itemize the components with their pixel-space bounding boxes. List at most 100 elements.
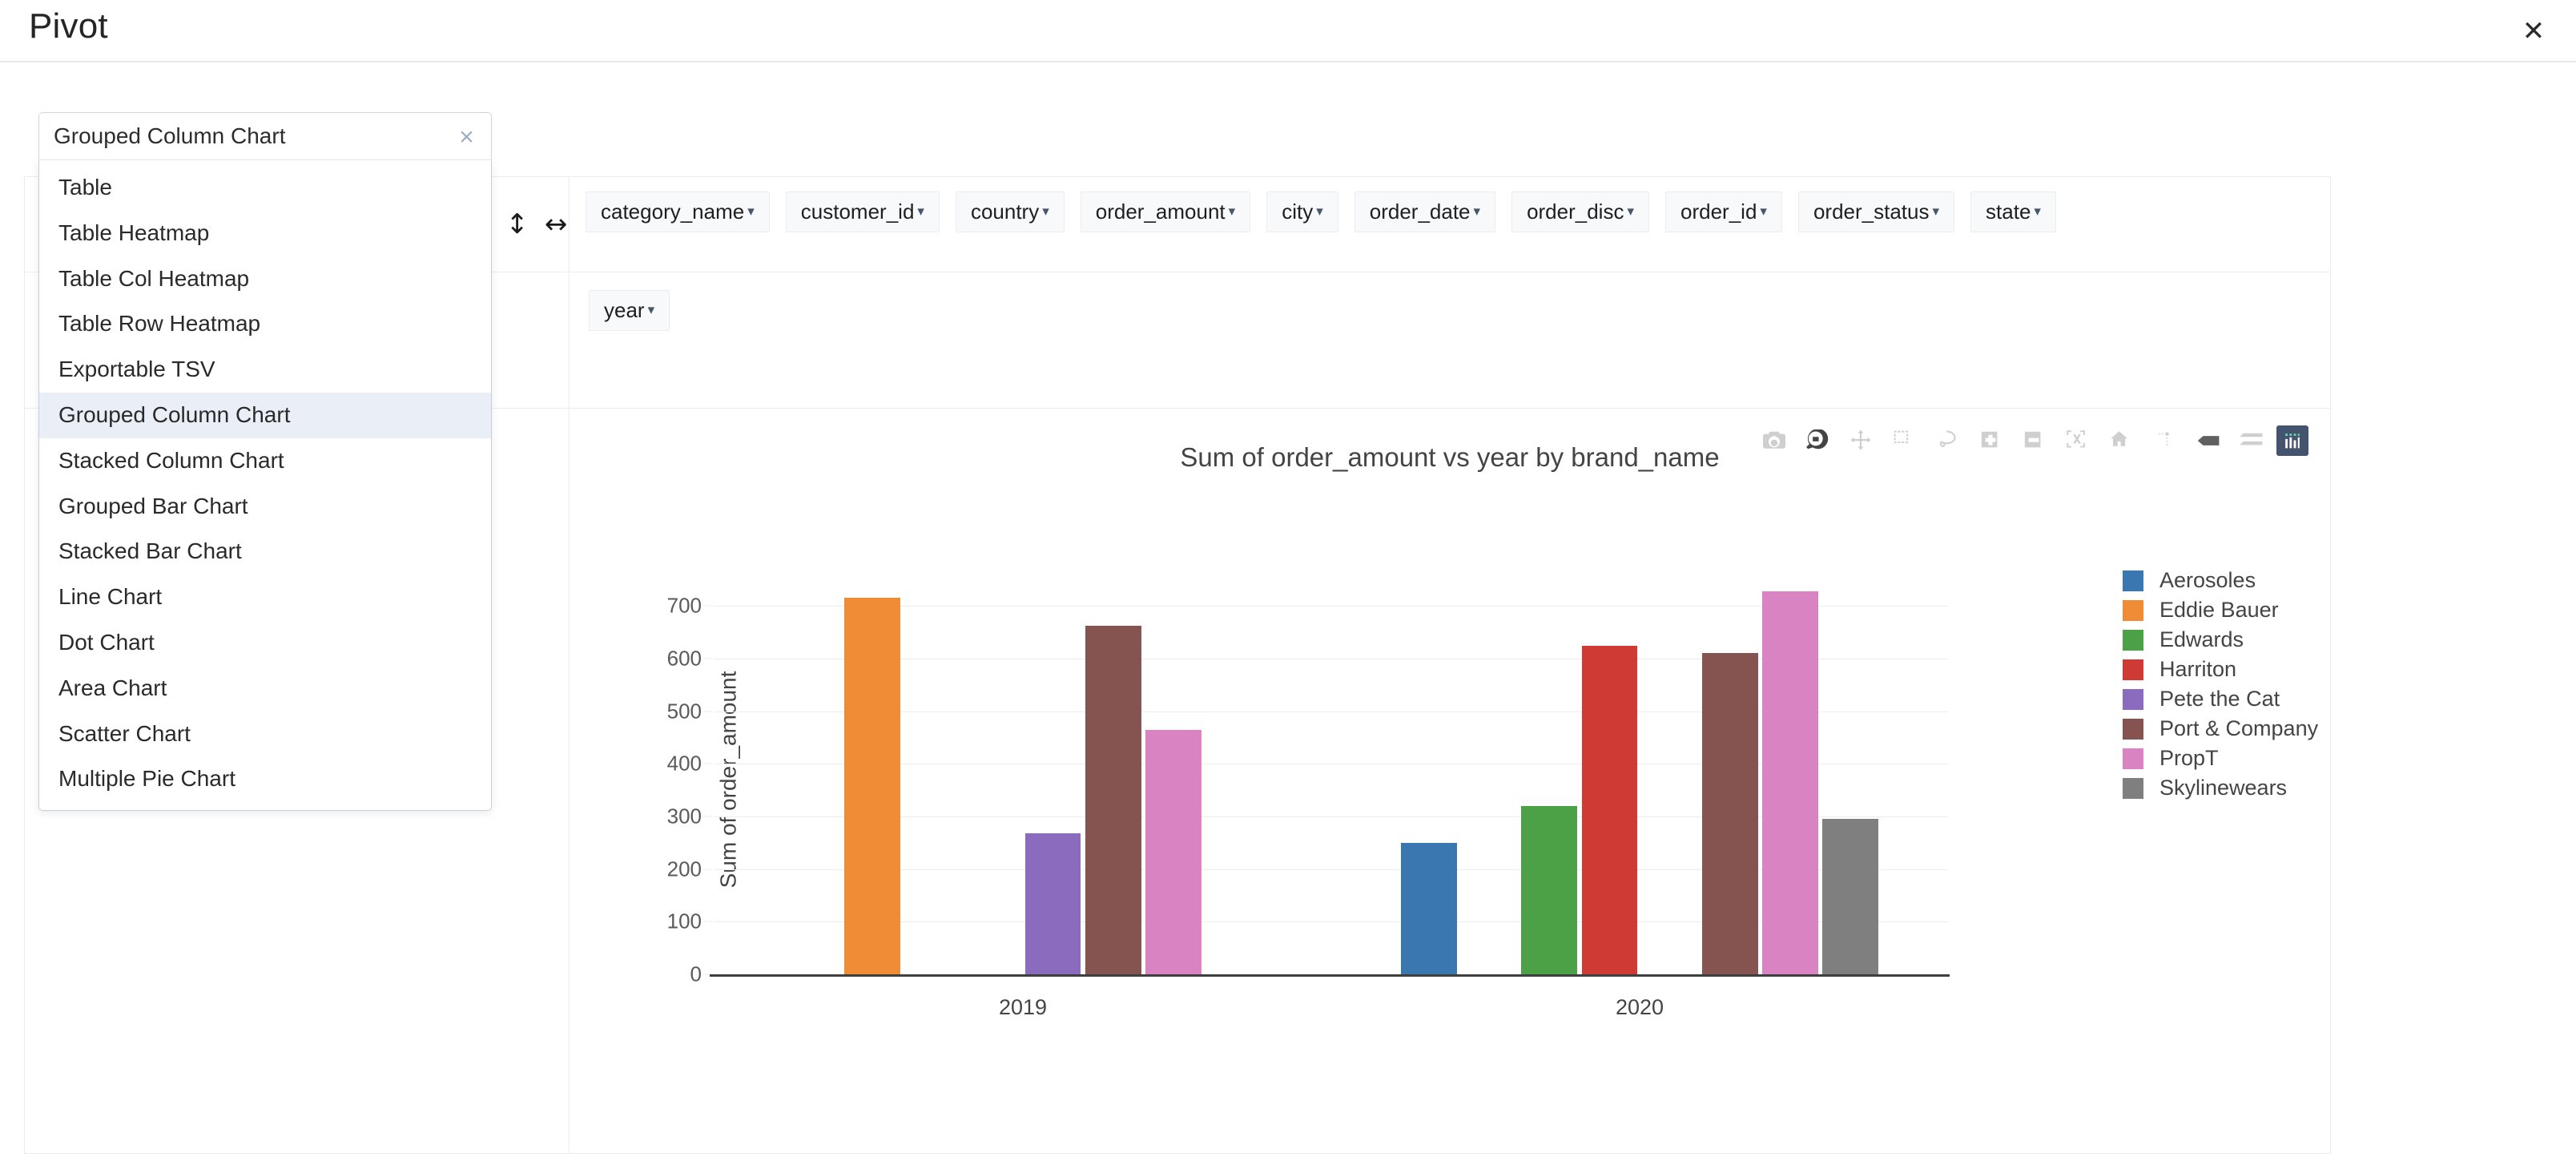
legend-item-edwards[interactable]: Edwards (2123, 625, 2318, 655)
attribute-chip-order_status[interactable]: order_status ▾ (1797, 191, 1955, 232)
bar-propt-2019[interactable] (1145, 729, 1201, 974)
legend-swatch (2123, 570, 2143, 591)
attribute-chip-order_id[interactable]: order_id ▾ (1665, 191, 1782, 232)
chevron-down-icon: ▾ (1760, 203, 1767, 220)
chevron-down-icon: ▾ (1627, 203, 1635, 220)
chip-label: order_disc (1527, 200, 1624, 224)
legend-item-skylinewears[interactable]: Skylinewears (2123, 773, 2318, 803)
plotly-chart: Sum of order_amount vs year by brand_nam… (569, 409, 2331, 1154)
legend-label: Port & Company (2159, 716, 2319, 740)
legend-swatch (2123, 688, 2143, 710)
clear-icon[interactable]: × (458, 125, 475, 148)
renderer-option-scatter-chart[interactable]: Scatter Chart (39, 711, 491, 757)
chip-label: order_id (1680, 200, 1757, 224)
bar-pete-the-cat-2019[interactable] (1024, 833, 1081, 974)
renderer-option-area-chart[interactable]: Area Chart (39, 666, 491, 711)
renderer-option-menu: Table Table Heatmap Table Col Heatmap Table… (38, 159, 492, 812)
chip-label: state (1986, 200, 2031, 224)
chevron-down-icon: ▾ (1228, 203, 1236, 220)
legend-label: Pete the Cat (2159, 687, 2280, 711)
chevron-down-icon: ▾ (1932, 203, 1940, 220)
column-attribute-list: year ▾ (589, 290, 2311, 331)
bar-harriton-2020[interactable] (1581, 646, 1638, 974)
bar-eddie-bauer-2019[interactable] (844, 598, 901, 974)
legend-item-port-company[interactable]: Port & Company (2123, 714, 2318, 744)
unused-attribute-list: category_name ▾ customer_id ▾ country ▾ order_… (586, 191, 2314, 232)
chart-title: Sum of order_amount vs year by brand_nam… (1180, 442, 1720, 472)
chip-label: customer_id (800, 200, 915, 224)
y-tick-label: 500 (666, 699, 702, 724)
chart-legend: Aerosoles Eddie Bauer Edwards Harriton Pete … (2123, 566, 2318, 803)
legend-item-pete-the-cat[interactable]: Pete the Cat (2123, 684, 2318, 714)
chevron-down-icon: ▾ (647, 301, 655, 318)
renderer-option-grouped-bar-chart[interactable]: Grouped Bar Chart (39, 484, 491, 530)
legend-label: PropT (2159, 746, 2219, 770)
legend-swatch (2123, 659, 2143, 680)
attribute-chip-state[interactable]: state ▾ (1970, 191, 2056, 232)
chevron-down-icon: ▾ (2034, 203, 2041, 220)
page-title: Pivot (29, 6, 108, 46)
legend-item-aerosoles[interactable]: Aerosoles (2123, 566, 2318, 595)
y-tick-label: 400 (666, 751, 702, 776)
renderer-option-table-col-heatmap[interactable]: Table Col Heatmap (39, 256, 491, 302)
attribute-chip-order_amount[interactable]: order_amount ▾ (1080, 191, 1251, 232)
unused-attributes-cell: category_name ▾ customer_id ▾ country ▾ order_… (569, 176, 2331, 272)
renderer-option-grouped-column-chart[interactable]: Grouped Column Chart (39, 392, 491, 438)
renderer-option-stacked-column-chart[interactable]: Stacked Column Chart (39, 438, 491, 484)
legend-label: Edwards (2159, 627, 2244, 651)
bar-port-company-2020[interactable] (1701, 652, 1758, 974)
horizontal-arrows-icon[interactable]: ↔ (545, 211, 568, 238)
legend-label: Eddie Bauer (2159, 598, 2279, 622)
bar-edwards-2020[interactable] (1521, 805, 1578, 974)
modal-header: Pivot ✕ (0, 0, 2576, 62)
plot-area: Sum of order_amount 0 100 200 300 400 500 600 7… (667, 585, 1950, 1019)
renderer-selected-value: Grouped Column Chart (54, 123, 286, 148)
close-icon[interactable]: ✕ (2515, 13, 2552, 50)
y-tick-label: 700 (666, 593, 702, 618)
chip-label: category_name (601, 200, 745, 224)
bar-port-company-2019[interactable] (1085, 626, 1141, 974)
renderer-option-stacked-bar-chart[interactable]: Stacked Bar Chart (39, 529, 491, 574)
chip-label: country (970, 200, 1040, 224)
chip-label: year (604, 298, 645, 322)
renderer-option-table-heatmap[interactable]: Table Heatmap (39, 211, 491, 256)
y-axis-label: Sum of order_amount (715, 671, 741, 889)
attribute-chip-country[interactable]: country ▾ (955, 191, 1065, 232)
legend-item-propt[interactable]: PropT (2123, 744, 2318, 773)
attribute-chip-category_name[interactable]: category_name ▾ (586, 191, 770, 232)
bar-propt-2020[interactable] (1761, 591, 1818, 974)
attribute-chip-order_disc[interactable]: order_disc ▾ (1511, 191, 1650, 232)
attribute-chip-order_date[interactable]: order_date ▾ (1354, 191, 1496, 232)
attribute-chip-customer_id[interactable]: customer_id ▾ (785, 191, 940, 232)
renderer-select-control[interactable]: Grouped Column Chart × (38, 112, 492, 160)
renderer-option-exportable-tsv[interactable]: Exportable TSV (39, 347, 491, 393)
y-tick-label: 0 (690, 961, 702, 986)
legend-swatch (2123, 599, 2143, 621)
renderer-option-multiple-pie-chart[interactable]: Multiple Pie Chart (39, 756, 491, 802)
chip-label: order_amount (1095, 200, 1226, 224)
bar-skylinewears-2020[interactable] (1821, 819, 1878, 974)
x-axis-line (710, 974, 1950, 977)
y-tick-label: 300 (666, 804, 702, 828)
renderer-option-table[interactable]: Table (39, 165, 491, 211)
attribute-chip-city[interactable]: city ▾ (1266, 191, 1338, 232)
renderer-option-dot-chart[interactable]: Dot Chart (39, 620, 491, 666)
chevron-down-icon: ▾ (1316, 203, 1323, 220)
chip-label: city (1282, 200, 1314, 224)
legend-swatch (2123, 777, 2143, 799)
chevron-down-icon: ▾ (1042, 203, 1049, 220)
bar-aerosoles-2020[interactable] (1401, 843, 1458, 974)
legend-label: Harriton (2159, 657, 2237, 681)
renderer-select: Grouped Column Chart × Table Table Heatma… (38, 112, 492, 812)
column-chip-year[interactable]: year ▾ (589, 290, 670, 331)
chevron-down-icon: ▾ (747, 203, 755, 220)
chevron-down-icon: ▾ (917, 203, 924, 220)
legend-item-harriton[interactable]: Harriton (2123, 655, 2318, 684)
vertical-arrows-icon[interactable]: ↕ (506, 211, 529, 238)
legend-swatch (2123, 748, 2143, 769)
renderer-option-table-row-heatmap[interactable]: Table Row Heatmap (39, 301, 491, 347)
legend-item-eddie-bauer[interactable]: Eddie Bauer (2123, 595, 2318, 625)
renderer-option-line-chart[interactable]: Line Chart (39, 574, 491, 620)
legend-swatch (2123, 718, 2143, 740)
axis-toggle-cell: ↕ ↔ (505, 176, 569, 272)
